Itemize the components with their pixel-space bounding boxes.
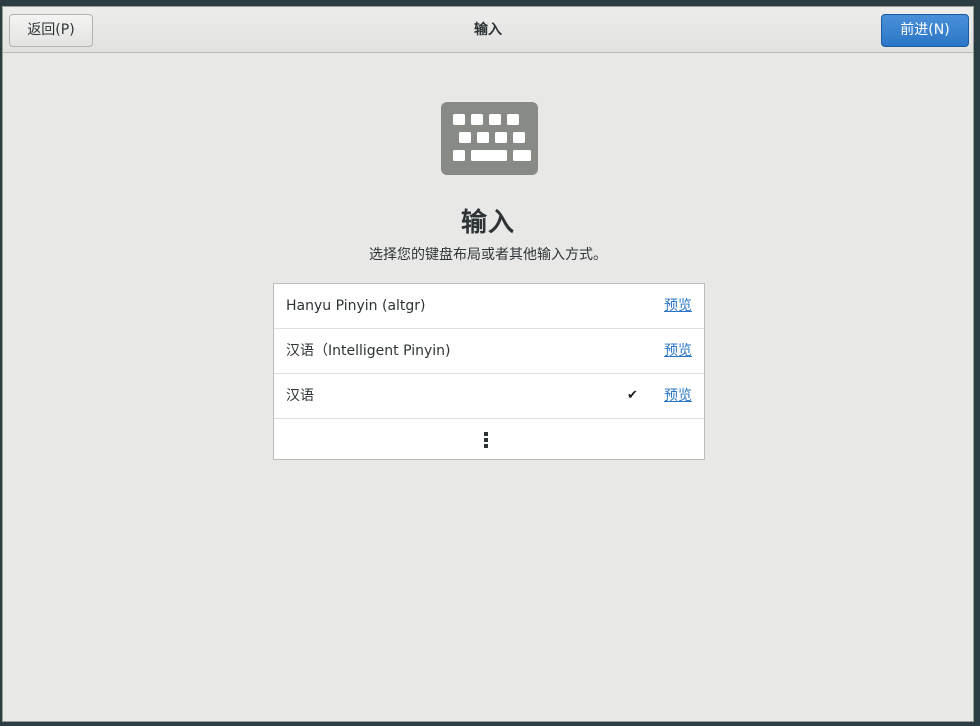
input-source-label: 汉语: [286, 388, 314, 404]
input-source-label: 汉语（Intelligent Pinyin): [286, 343, 451, 359]
preview-link[interactable]: 预览: [664, 374, 692, 418]
setup-window: 返回(P) 输入 前进(N) 输入 选择您的键盘布局或者其他输入方式。 Hany…: [2, 6, 974, 722]
page-subtitle: 选择您的键盘布局或者其他输入方式。: [369, 247, 607, 263]
checkmark-icon: ✔: [627, 388, 638, 403]
input-source-row[interactable]: Hanyu Pinyin (altgr) 预览: [274, 284, 704, 329]
next-button[interactable]: 前进(N): [881, 14, 969, 47]
input-source-row[interactable]: 汉语（Intelligent Pinyin) 预览: [274, 329, 704, 374]
input-source-label: Hanyu Pinyin (altgr): [286, 298, 426, 314]
preview-link[interactable]: 预览: [664, 284, 692, 328]
more-vertical-icon: [484, 432, 488, 448]
keyboard-icon: [441, 102, 538, 175]
preview-link[interactable]: 预览: [664, 329, 692, 373]
input-source-row[interactable]: 汉语 ✔ 预览: [274, 374, 704, 419]
header-title: 输入: [474, 22, 502, 38]
back-button[interactable]: 返回(P): [9, 14, 93, 47]
more-options-button[interactable]: [274, 419, 704, 459]
header-bar: 返回(P) 输入 前进(N): [3, 7, 973, 53]
input-source-list: Hanyu Pinyin (altgr) 预览 汉语（Intelligent P…: [273, 283, 705, 460]
page-title: 输入: [460, 208, 515, 238]
